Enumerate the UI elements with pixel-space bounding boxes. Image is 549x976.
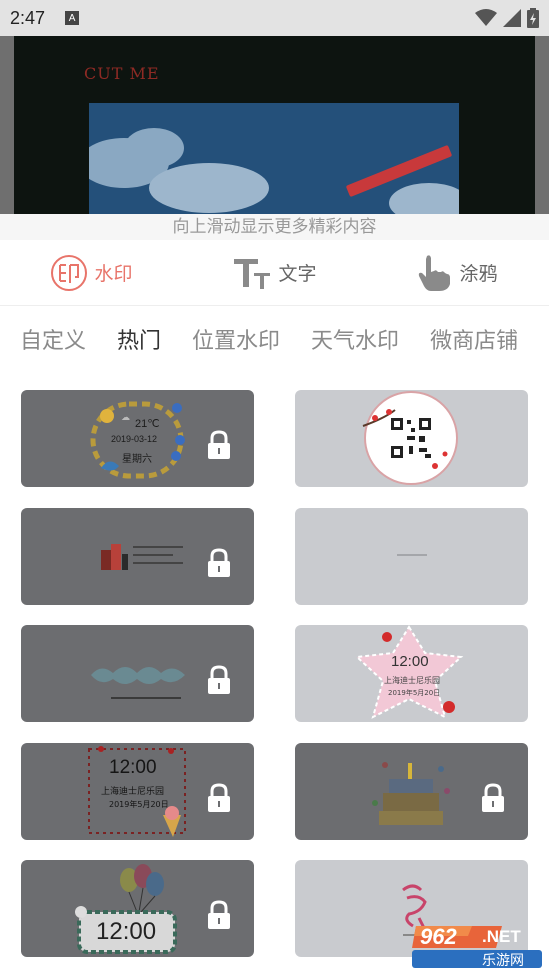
lock-icon — [208, 430, 230, 459]
tab-shop[interactable]: 微商店铺 — [430, 323, 518, 355]
template-flower-time[interactable]: 12:00 上海迪士尼乐园 2019年5月20日 — [21, 743, 254, 840]
weather-weekday: 星期六 — [122, 454, 152, 465]
tool-doodle-label: 涂鸦 — [459, 263, 498, 285]
notification-icon: A — [65, 11, 80, 25]
template-art-text[interactable] — [21, 625, 254, 722]
brand-logo: 962 .NET 乐游网 — [412, 922, 542, 970]
tool-doodle[interactable]: 涂鸦 — [366, 254, 549, 292]
template-star-time[interactable]: 12:00 上海迪士尼乐园 2019年5月20日 — [295, 625, 528, 722]
wifi-icon — [475, 9, 497, 26]
lock-icon — [208, 783, 230, 812]
template-weather[interactable]: ☁ 21℃ 2019-03-12 星期六 — [21, 390, 254, 487]
status-icons — [475, 8, 539, 28]
template-balloon-clock[interactable]: 12:00 — [21, 860, 254, 957]
tool-bar: 水印 文字 涂鸦 — [0, 240, 549, 306]
seal-icon — [51, 254, 88, 291]
star-date: 2019年5月20日 — [388, 689, 441, 697]
brand-number: 962 — [420, 924, 457, 949]
weather-temp: 21℃ — [135, 418, 160, 430]
preview-photo — [89, 103, 459, 214]
tool-text[interactable]: 文字 — [183, 255, 366, 291]
template-blank-date[interactable] — [295, 508, 528, 605]
preview-area[interactable]: CUT ME — [0, 36, 549, 214]
text-icon — [234, 258, 271, 289]
flower-time: 12:00 — [109, 757, 157, 778]
flower-place: 上海迪士尼乐园 — [101, 787, 165, 797]
swipe-hint: 向上滑动显示更多精彩内容 — [0, 214, 549, 240]
tool-watermark[interactable]: 水印 — [0, 254, 183, 292]
star-place: 上海迪士尼乐园 — [384, 676, 440, 685]
lock-icon — [208, 548, 230, 577]
status-time: 2:47 — [10, 7, 46, 28]
preview-image: CUT ME — [14, 36, 535, 214]
balloon-clock-time: 12:00 — [96, 918, 157, 945]
brand-suffix: .NET — [482, 927, 521, 946]
lock-icon — [208, 665, 230, 694]
status-bar: 2:47 A — [0, 0, 549, 36]
qrcode-watermark — [362, 391, 458, 485]
tab-weather[interactable]: 天气水印 — [311, 323, 399, 355]
template-birthday-cake[interactable] — [295, 743, 528, 840]
preview-title: CUT ME — [84, 64, 160, 83]
tool-watermark-label: 水印 — [94, 263, 133, 285]
template-qrcode[interactable] — [295, 390, 528, 487]
tab-hot[interactable]: 热门 — [117, 323, 161, 355]
template-shop-products[interactable] — [21, 508, 254, 605]
star-time: 12:00 — [391, 653, 429, 670]
tool-text-label: 文字 — [278, 263, 317, 285]
tab-custom[interactable]: 自定义 — [20, 323, 86, 355]
weather-date: 2019-03-12 — [111, 434, 158, 444]
blank-date-watermark — [397, 554, 427, 556]
battery-icon — [527, 8, 539, 28]
star-watermark — [354, 625, 464, 719]
brand-subtitle: 乐游网 — [482, 953, 524, 969]
flower-date: 2019年5月20日 — [109, 800, 169, 809]
tab-location[interactable]: 位置水印 — [192, 323, 280, 355]
lock-icon — [482, 783, 504, 812]
signal-icon — [503, 9, 521, 27]
category-tabs: 自定义 热门 位置水印 天气水印 微商店铺 — [0, 314, 549, 364]
hand-icon — [419, 254, 451, 291]
svg-text:☁: ☁ — [121, 413, 130, 423]
lock-icon — [208, 900, 230, 929]
